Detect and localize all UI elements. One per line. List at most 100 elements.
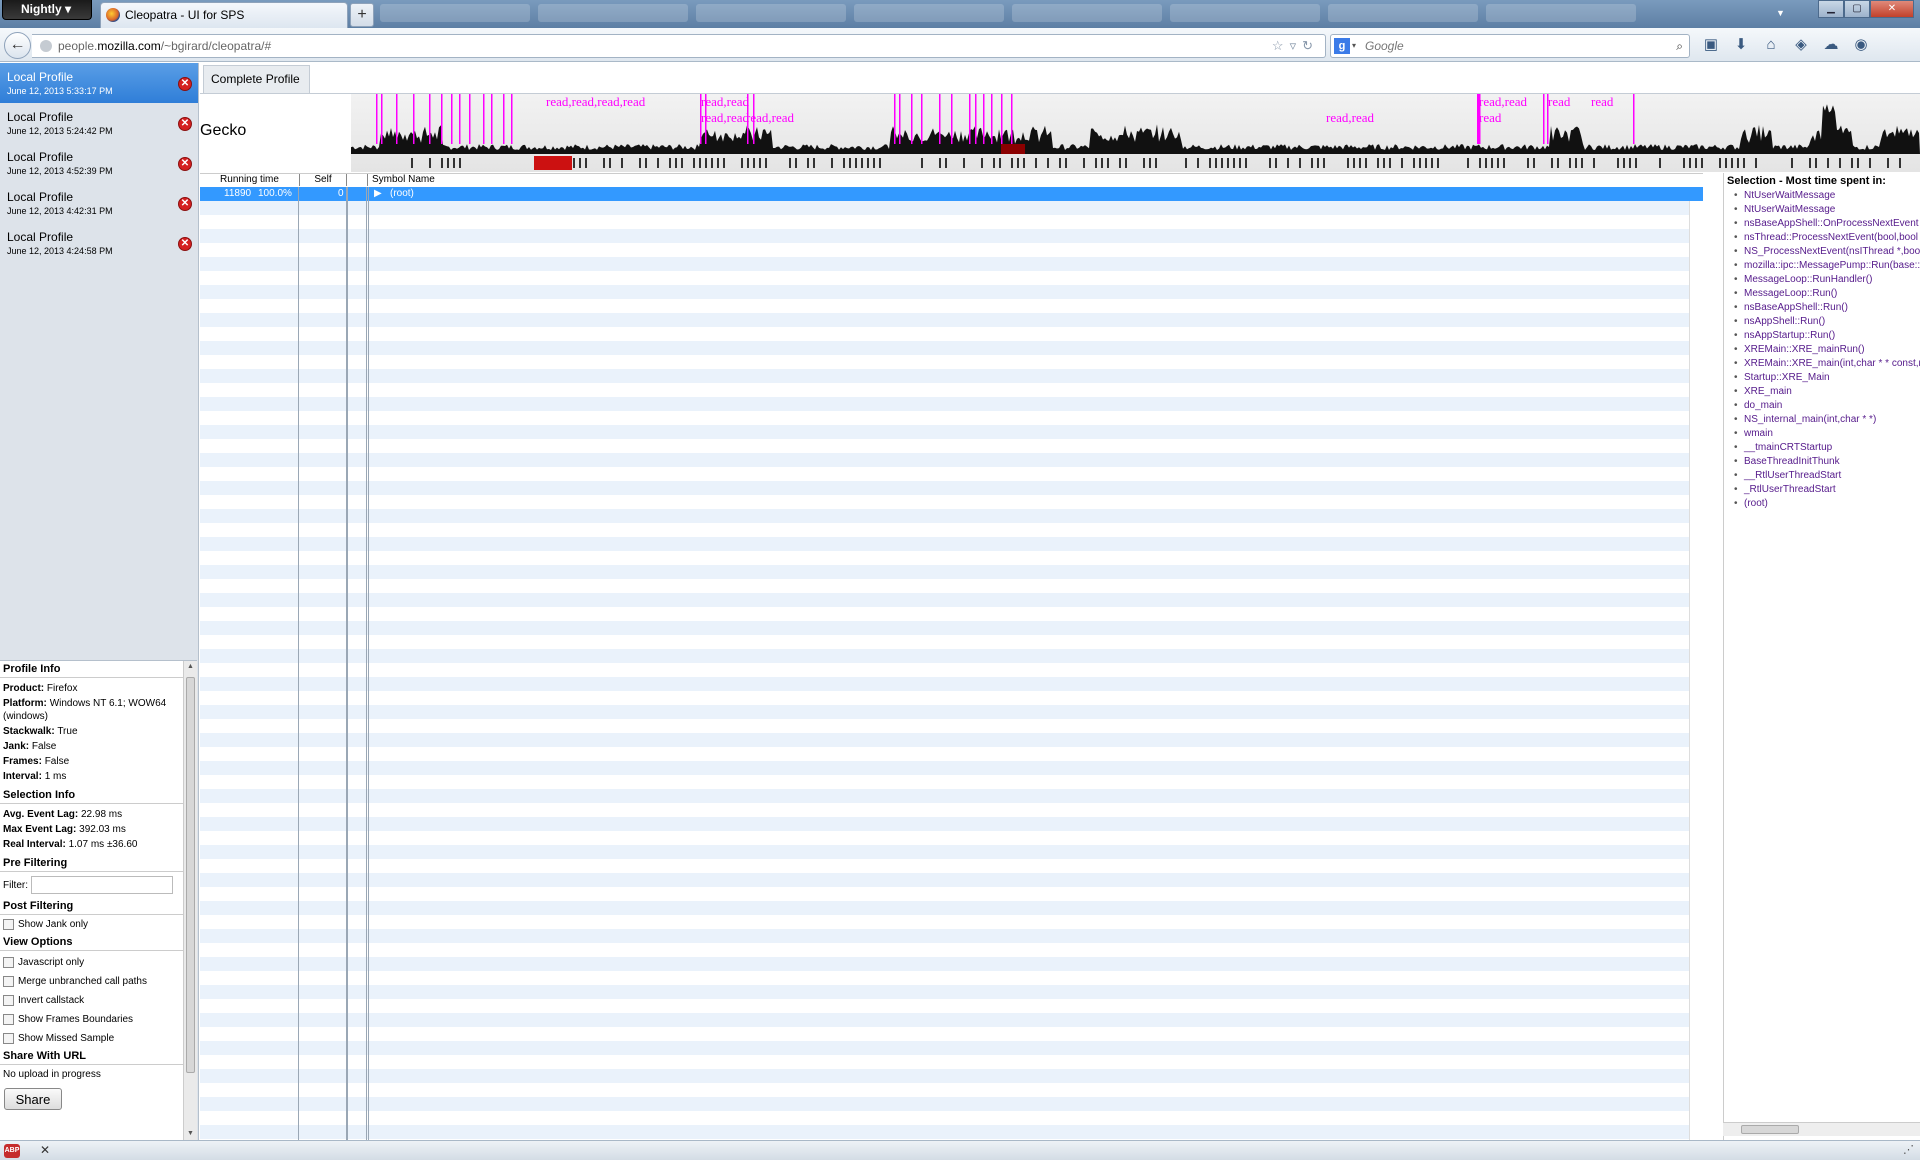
delete-profile-icon[interactable]: ✕: [178, 197, 192, 211]
downloads-icon[interactable]: ⬇: [1730, 34, 1752, 56]
sample-histogram[interactable]: read,read,read,read read,read read,read rea…: [351, 94, 1920, 172]
scroll-down-icon[interactable]: ▼: [187, 1130, 194, 1137]
checkbox-icon[interactable]: [3, 1033, 14, 1044]
stack-frame-link[interactable]: NtUserWaitMessage: [1734, 189, 1920, 203]
delete-profile-icon[interactable]: ✕: [178, 77, 192, 91]
site-identity-icon[interactable]: [40, 40, 52, 52]
bookmarks-menu-icon[interactable]: ▣: [1700, 34, 1722, 56]
io-marker-label: read: [1591, 94, 1614, 109]
reload-icon[interactable]: ↻: [1302, 38, 1319, 53]
share-button[interactable]: Share: [4, 1088, 62, 1110]
stack-frame-link[interactable]: __RtlUserThreadStart: [1734, 469, 1920, 483]
frame-marker: [1623, 158, 1625, 168]
stack-frame-link[interactable]: NS_internal_main(int,char * *): [1734, 413, 1920, 427]
tree-scrollbar[interactable]: [1689, 201, 1703, 1141]
adblock-icon[interactable]: ABP: [4, 1144, 20, 1158]
delete-profile-icon[interactable]: ✕: [178, 157, 192, 171]
stack-frame-link[interactable]: XREMain::XRE_mainRun(): [1734, 343, 1920, 357]
header-self[interactable]: Self: [300, 174, 347, 186]
profile-item[interactable]: Local Profile June 12, 2013 5:24:42 PM ✕: [0, 103, 198, 143]
url-path: /~bgirard/cleopatra/#: [160, 39, 272, 53]
histogram-svg[interactable]: read,read,read,read read,readread,readrea…: [351, 94, 1920, 172]
google-icon[interactable]: g: [1334, 38, 1350, 54]
search-icon[interactable]: ⌕: [1676, 35, 1683, 57]
delete-profile-icon[interactable]: ✕: [178, 117, 192, 131]
tree-row-root[interactable]: 11890 100.0% 0 ▶ (root): [200, 187, 1703, 201]
tab-complete-profile[interactable]: Complete Profile: [203, 65, 310, 93]
stack-frame-link[interactable]: _RtlUserThreadStart: [1734, 483, 1920, 497]
url-history-dropdown-icon[interactable]: ▿: [1290, 38, 1303, 53]
sync-icon[interactable]: ◈: [1790, 34, 1812, 56]
new-tab-button[interactable]: +: [350, 3, 374, 27]
close-window-icon[interactable]: ✕: [1870, 0, 1914, 18]
close-addon-bar-icon[interactable]: ✕: [40, 1143, 50, 1157]
stack-frame-link[interactable]: nsAppStartup::Run(): [1734, 329, 1920, 343]
frame-marker: [657, 158, 659, 168]
firefox-menu-icon[interactable]: ◉: [1850, 34, 1872, 56]
tab-cleopatra[interactable]: Cleopatra - UI for SPS: [100, 2, 348, 28]
scroll-thumb[interactable]: [186, 677, 195, 1073]
stack-frame-link[interactable]: (root): [1734, 497, 1920, 511]
invert-callstack-checkbox[interactable]: Invert callstack: [0, 991, 183, 1010]
header-symbol-name[interactable]: Symbol Name: [368, 174, 1703, 186]
stack-frame-link[interactable]: Startup::XRE_Main: [1734, 371, 1920, 385]
profile-item[interactable]: Local Profile June 12, 2013 4:42:31 PM ✕: [0, 183, 198, 223]
stack-frame-link[interactable]: nsThread::ProcessNextEvent(bool,bool *): [1734, 231, 1920, 245]
scroll-up-icon[interactable]: ▲: [187, 663, 194, 670]
stack-frame-link[interactable]: mozilla::ipc::MessagePump::Run(base::Mes…: [1734, 259, 1920, 273]
javascript-only-checkbox[interactable]: Javascript only: [0, 953, 183, 972]
stack-frame-link[interactable]: MessageLoop::RunHandler(): [1734, 273, 1920, 287]
merge-unbranched-checkbox[interactable]: Merge unbranched call paths: [0, 972, 183, 991]
show-jank-checkbox[interactable]: Show Jank only: [0, 915, 183, 934]
stack-frame-link[interactable]: nsBaseAppShell::Run(): [1734, 301, 1920, 315]
stack-frame-link[interactable]: __tmainCRTStartup: [1734, 441, 1920, 455]
io-marker-label: read,read,read,read: [546, 94, 646, 109]
header-running-time[interactable]: Running time: [200, 174, 300, 186]
frame-marker: [1581, 158, 1583, 168]
stack-frame-link[interactable]: NS_ProcessNextEvent(nsIThread *,bool): [1734, 245, 1920, 259]
stack-frame-link[interactable]: BaseThreadInitThunk: [1734, 455, 1920, 469]
social-icon[interactable]: ☁: [1820, 34, 1842, 56]
filter-input[interactable]: [31, 876, 173, 894]
list-all-tabs-icon[interactable]: ▼: [1776, 8, 1785, 18]
stack-frame-link[interactable]: nsAppShell::Run(): [1734, 315, 1920, 329]
search-engine-dropdown-icon[interactable]: ▾: [1352, 35, 1356, 57]
stack-frame-link[interactable]: NtUserWaitMessage: [1734, 203, 1920, 217]
stack-frame-link[interactable]: wmain: [1734, 427, 1920, 441]
scroll-thumb[interactable]: [1741, 1125, 1799, 1134]
delete-profile-icon[interactable]: ✕: [178, 237, 192, 251]
checkbox-icon[interactable]: [3, 995, 14, 1006]
profile-item[interactable]: Local Profile June 12, 2013 4:24:58 PM ✕: [0, 223, 198, 263]
profile-item[interactable]: Local Profile June 12, 2013 5:33:17 PM ✕: [0, 63, 198, 103]
back-button[interactable]: ←: [4, 32, 31, 59]
selection-horizontal-scrollbar[interactable]: [1723, 1122, 1920, 1136]
minimize-icon[interactable]: ▁: [1818, 0, 1844, 18]
expand-triangle-icon[interactable]: ▶: [374, 188, 382, 199]
maximize-icon[interactable]: ▢: [1844, 0, 1870, 18]
info-scrollbar[interactable]: ▲ ▼: [183, 661, 197, 1140]
io-marker-line: [469, 94, 471, 144]
stack-frame-link[interactable]: MessageLoop::Run(): [1734, 287, 1920, 301]
checkbox-icon[interactable]: [3, 1014, 14, 1025]
bookmark-star-icon[interactable]: ☆: [1272, 38, 1290, 53]
search-bar[interactable]: g ▾ Google ⌕: [1330, 34, 1690, 58]
show-frames-boundaries-checkbox[interactable]: Show Frames Boundaries: [0, 1010, 183, 1029]
stack-frame-link[interactable]: XRE_main: [1734, 385, 1920, 399]
profile-item[interactable]: Local Profile June 12, 2013 4:52:39 PM ✕: [0, 143, 198, 183]
checkbox-icon[interactable]: [3, 976, 14, 987]
stack-frame-link[interactable]: nsBaseAppShell::OnProcessNextEvent: [1734, 217, 1920, 231]
stackwalk-row: Stackwalk: True: [3, 726, 78, 737]
firefox-favicon-icon: [106, 8, 120, 22]
checkbox-icon[interactable]: [3, 957, 14, 968]
home-icon[interactable]: ⌂: [1760, 34, 1782, 56]
stack-frame-link[interactable]: do_main: [1734, 399, 1920, 413]
product-row: Product: Firefox: [3, 683, 78, 694]
url-bar[interactable]: people.mozilla.com/~bgirard/cleopatra/# …: [32, 34, 1326, 58]
frame-marker: [753, 158, 755, 168]
checkbox-icon[interactable]: [3, 919, 14, 930]
io-marker-line: [503, 94, 505, 144]
frame-marker: [1365, 158, 1367, 168]
nightly-menu-button[interactable]: Nightly ▾: [2, 0, 92, 20]
stack-frame-link[interactable]: XREMain::XRE_main(int,char * * const,nsX…: [1734, 357, 1920, 371]
show-missed-sample-checkbox[interactable]: Show Missed Sample: [0, 1029, 183, 1048]
